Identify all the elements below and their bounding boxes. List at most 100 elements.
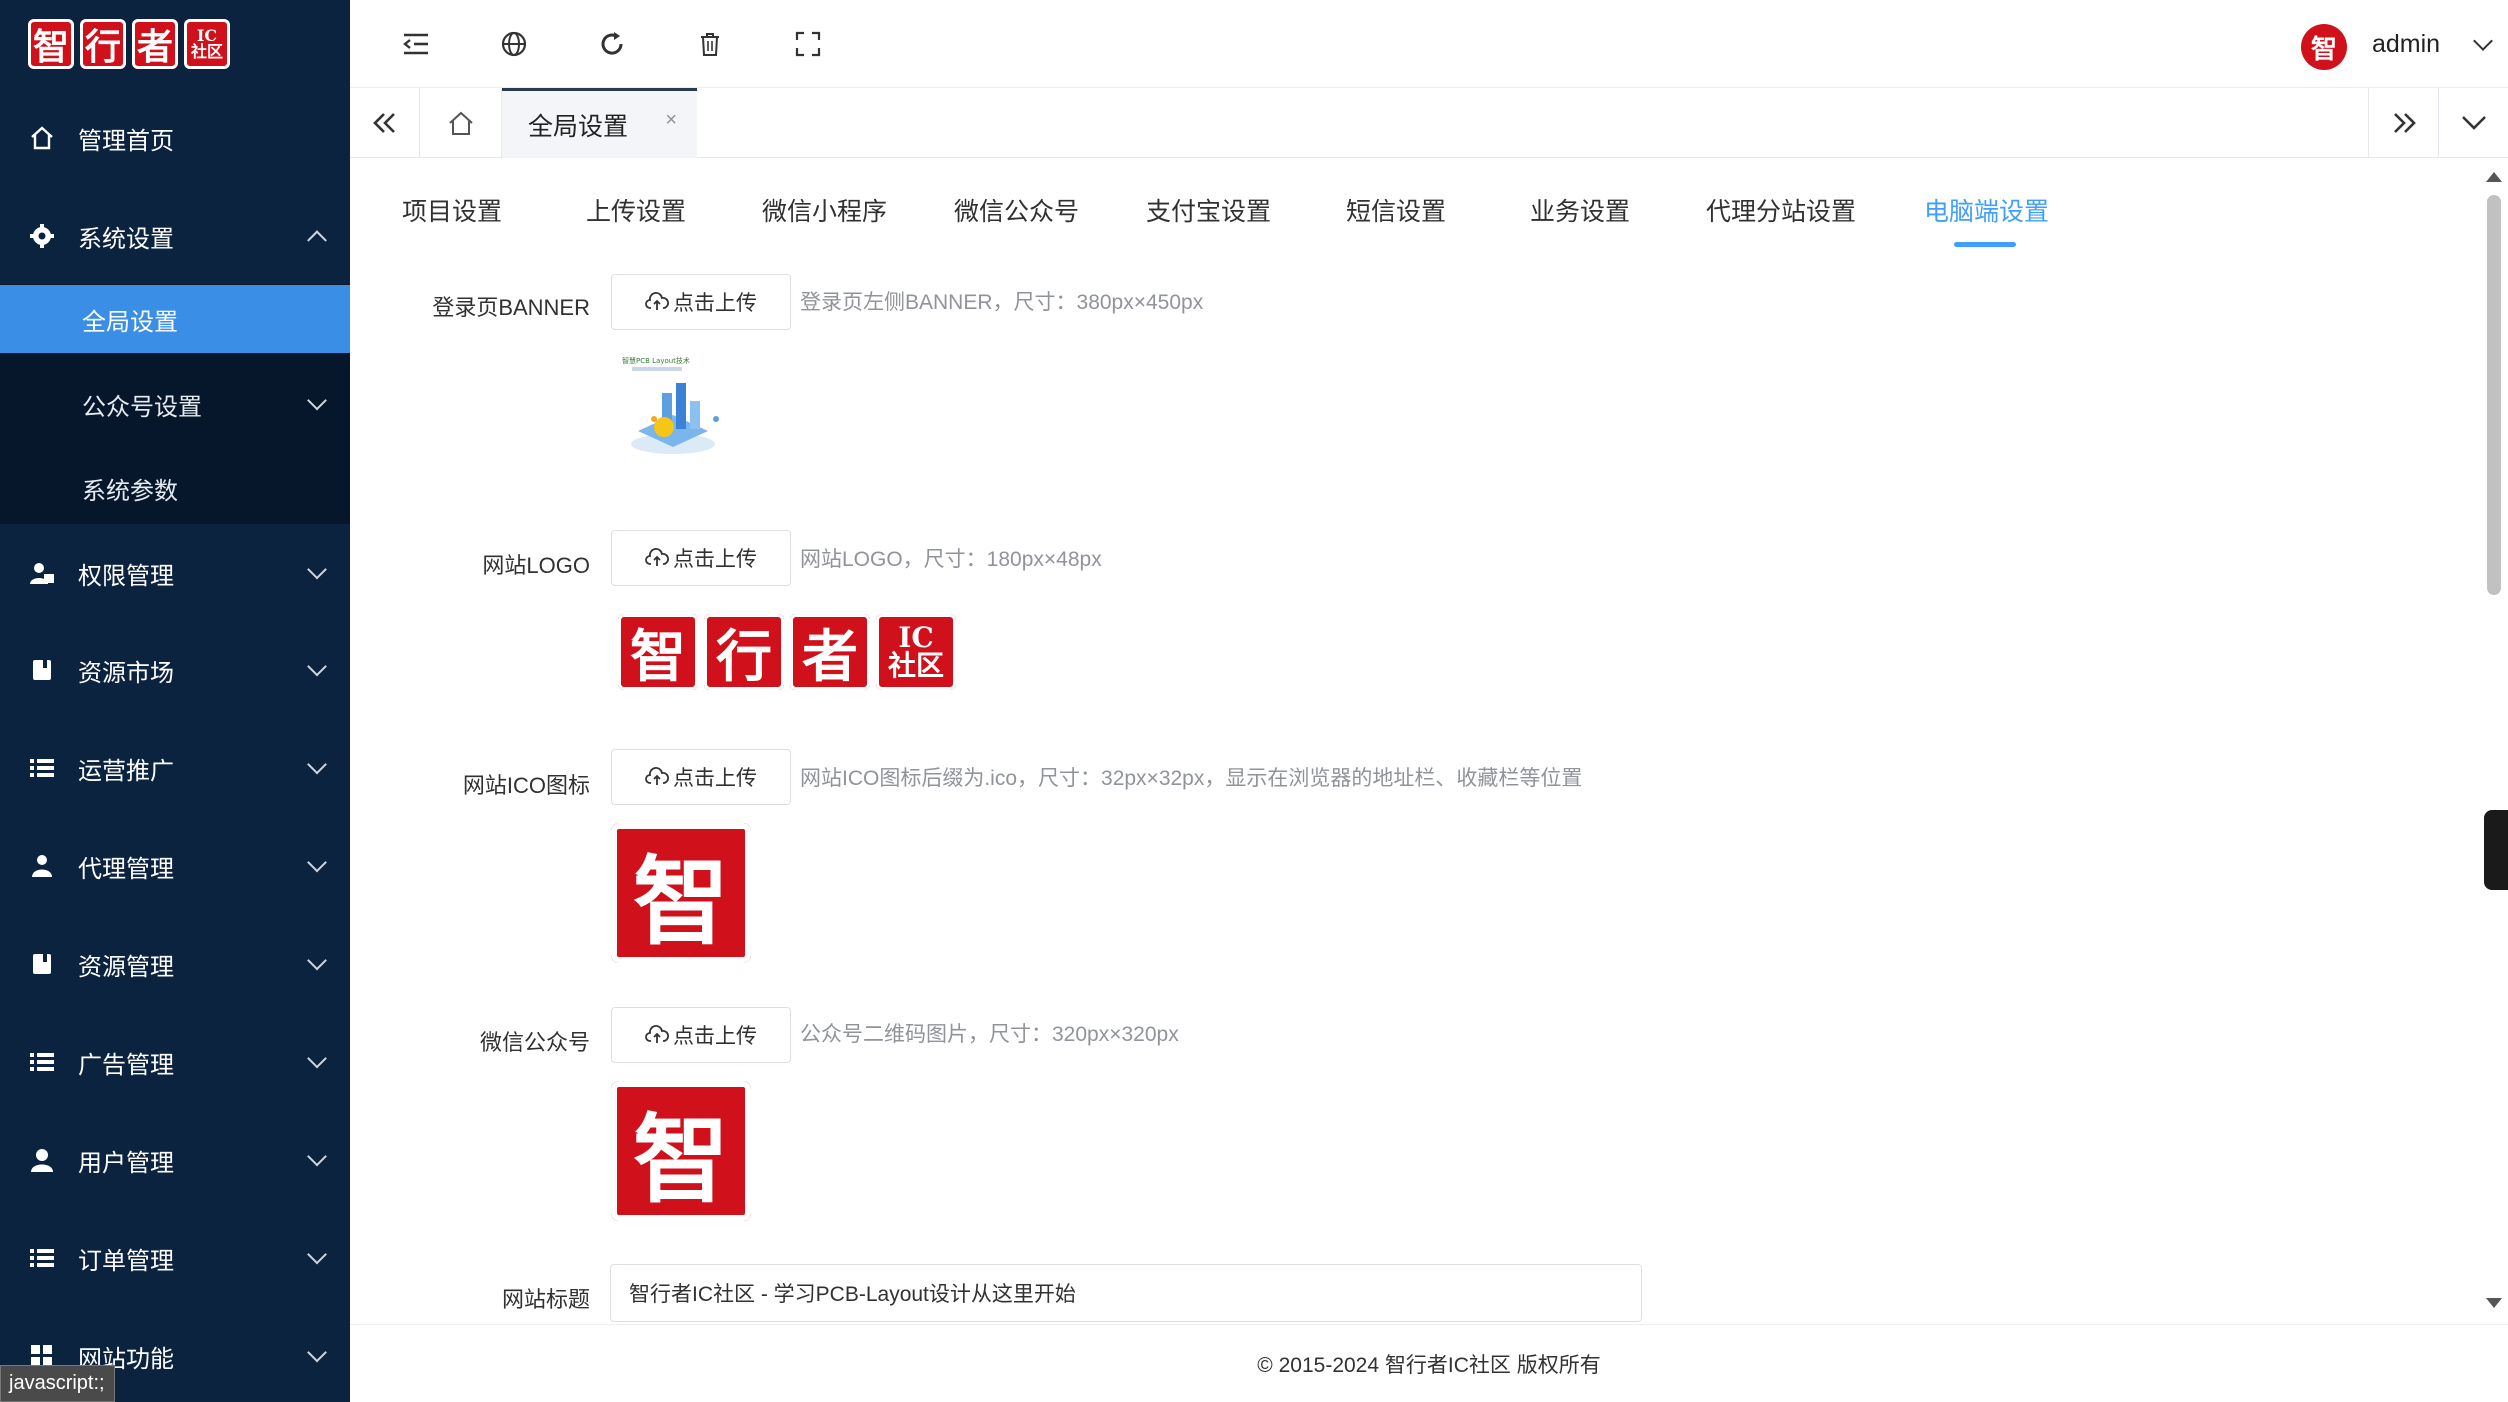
home-tag-button[interactable] [420, 88, 502, 158]
chevron-down-icon[interactable] [2473, 31, 2493, 51]
upload-site-ico-button[interactable]: 点击上传 [611, 749, 791, 805]
upload-button-label: 点击上传 [673, 548, 757, 571]
banner-preview-text: 智慧PCB Layout技术 [622, 356, 690, 365]
double-chevron-left-icon [372, 113, 395, 133]
tag-global-settings[interactable]: 全局设置 × [502, 88, 697, 158]
tab-business-settings[interactable]: 业务设置 [1530, 192, 1630, 228]
agent-icon [28, 852, 56, 880]
fullscreen-icon[interactable] [792, 28, 824, 60]
upload-login-banner-button[interactable]: 点击上传 [611, 274, 791, 330]
logo-char-3: 者 [790, 614, 870, 690]
site-ico-preview[interactable]: 智 [611, 823, 751, 963]
sidebar-item-label: 资源管理 [78, 953, 174, 981]
logo-char-2: 行 [704, 614, 784, 690]
tag-label: 全局设置 [528, 112, 629, 141]
sidebar-subitem-system-params[interactable]: 系统参数 [0, 454, 350, 522]
hint-site-ico: 网站ICO图标后缀为.ico，尺寸：32px×32px，显示在浏览器的地址栏、收… [800, 767, 1583, 790]
upload-button-label: 点击上传 [673, 1025, 757, 1048]
double-chevron-right-icon [2393, 113, 2416, 133]
chevron-up-icon [307, 230, 327, 251]
tags-menu-button[interactable] [2438, 88, 2508, 158]
sidebar-item-resource-market[interactable]: 资源市场 [0, 622, 350, 718]
tab-project-settings[interactable]: 项目设置 [402, 192, 502, 228]
avatar[interactable]: 智 [2301, 24, 2347, 70]
tab-alipay-settings[interactable]: 支付宝设置 [1146, 192, 1271, 228]
sidebar-item-agents[interactable]: 代理管理 [0, 818, 350, 914]
sidebar-subitem-official-account[interactable]: 公众号设置 [0, 370, 350, 438]
sidebar-item-label: 订单管理 [78, 1247, 174, 1275]
chevron-down-icon [307, 852, 327, 873]
login-banner-preview[interactable]: 智慧PCB Layout技术 [618, 349, 728, 469]
label-site-ico: 网站ICO图标 [462, 773, 590, 798]
sidebar-logo[interactable]: 智 行 者 IC 社区 [0, 0, 350, 88]
side-panel-handle[interactable] [2484, 810, 2508, 890]
site-logo-preview[interactable]: 智 行 者 IC 社区 [618, 614, 956, 690]
list-icon [28, 754, 56, 782]
wechat-qrcode-preview[interactable]: 智 [611, 1081, 751, 1221]
cloud-upload-icon [645, 548, 669, 568]
sidebar-item-operations[interactable]: 运营推广 [0, 720, 350, 816]
main-content: 项目设置 上传设置 微信小程序 微信公众号 支付宝设置 短信设置 业务设置 代理… [350, 158, 2508, 1324]
sidebar-item-home[interactable]: 管理首页 [0, 90, 350, 186]
upload-button-label: 点击上传 [673, 767, 757, 790]
sidebar-item-resources[interactable]: 资源管理 [0, 916, 350, 1012]
upload-site-logo-button[interactable]: 点击上传 [611, 530, 791, 586]
sidebar-item-label: 资源市场 [78, 659, 174, 687]
gear-icon [28, 222, 56, 250]
logo-ic-seal: IC 社区 [876, 614, 956, 690]
sidebar-item-users[interactable]: 用户管理 [0, 1112, 350, 1208]
scroll-up-arrow-icon[interactable] [2486, 172, 2502, 182]
scrollbar-thumb[interactable] [2487, 195, 2501, 595]
globe-icon[interactable] [498, 28, 530, 60]
logo-ic-text: IC [898, 621, 934, 654]
logo-char-3: 者 [132, 19, 178, 69]
tab-sms-settings[interactable]: 短信设置 [1346, 192, 1446, 228]
hint-site-logo: 网站LOGO，尺寸：180px×48px [800, 548, 1102, 571]
close-icon[interactable]: × [665, 109, 677, 132]
user-icon [28, 1146, 56, 1174]
tab-wechat-miniprogram[interactable]: 微信小程序 [762, 192, 887, 228]
sidebar-subitem-global-settings[interactable]: 全局设置 [0, 285, 350, 353]
sidebar-item-label: 权限管理 [78, 562, 174, 590]
settings-tabs: 项目设置 上传设置 微信小程序 微信公众号 支付宝设置 短信设置 业务设置 代理… [350, 158, 2480, 250]
logo-ic-seal: IC 社区 [184, 19, 230, 69]
browser-status-tip: javascript:; [0, 1365, 115, 1402]
sidebar-item-orders[interactable]: 订单管理 [0, 1210, 350, 1306]
tags-scroll-left-button[interactable] [350, 88, 420, 158]
tab-pc-settings[interactable]: 电脑端设置 [1924, 192, 2049, 228]
upload-wechat-qrcode-button[interactable]: 点击上传 [611, 1007, 791, 1063]
top-header: 智 admin [350, 0, 2508, 88]
sidebar-item-system-settings[interactable]: 系统设置 [0, 188, 350, 284]
site-title-input[interactable]: 智行者IC社区 - 学习PCB-Layout设计从这里开始 [610, 1264, 1642, 1322]
chevron-down-icon [2461, 116, 2486, 130]
refresh-icon[interactable] [596, 28, 628, 60]
sidebar-item-label: 运营推广 [78, 757, 174, 785]
tab-wechat-official[interactable]: 微信公众号 [954, 192, 1079, 228]
home-icon [28, 124, 56, 152]
sidebar-item-permissions[interactable]: 权限管理 [0, 525, 350, 621]
scroll-down-arrow-icon[interactable] [2486, 1298, 2502, 1308]
chevron-down-icon [307, 1342, 327, 1363]
label-site-logo: 网站LOGO [482, 553, 590, 578]
chevron-down-icon [307, 950, 327, 971]
sidebar-item-label: 广告管理 [78, 1051, 174, 1079]
cloud-upload-icon [645, 767, 669, 787]
username[interactable]: admin [2372, 30, 2440, 59]
collapse-menu-icon[interactable] [400, 28, 432, 60]
home-icon [448, 111, 473, 135]
chevron-down-icon [307, 1048, 327, 1069]
sidebar-item-label: 系统参数 [82, 477, 178, 505]
chevron-down-icon [307, 1146, 327, 1167]
sidebar-item-ads[interactable]: 广告管理 [0, 1014, 350, 1110]
chevron-down-icon [307, 754, 327, 775]
logo-char-2: 行 [80, 19, 126, 69]
logo-char-1: 智 [28, 19, 74, 69]
logo-char-1: 智 [618, 614, 698, 690]
copyright-text: © 2015-2024 智行者IC社区 版权所有 [1257, 1353, 1601, 1377]
tab-agent-substation[interactable]: 代理分站设置 [1706, 192, 1856, 228]
tab-upload-settings[interactable]: 上传设置 [586, 192, 686, 228]
sidebar-item-label: 管理首页 [78, 127, 174, 155]
sidebar-item-label: 代理管理 [78, 855, 174, 883]
clear-cache-icon[interactable] [694, 28, 726, 60]
tags-scroll-right-button[interactable] [2368, 88, 2438, 158]
